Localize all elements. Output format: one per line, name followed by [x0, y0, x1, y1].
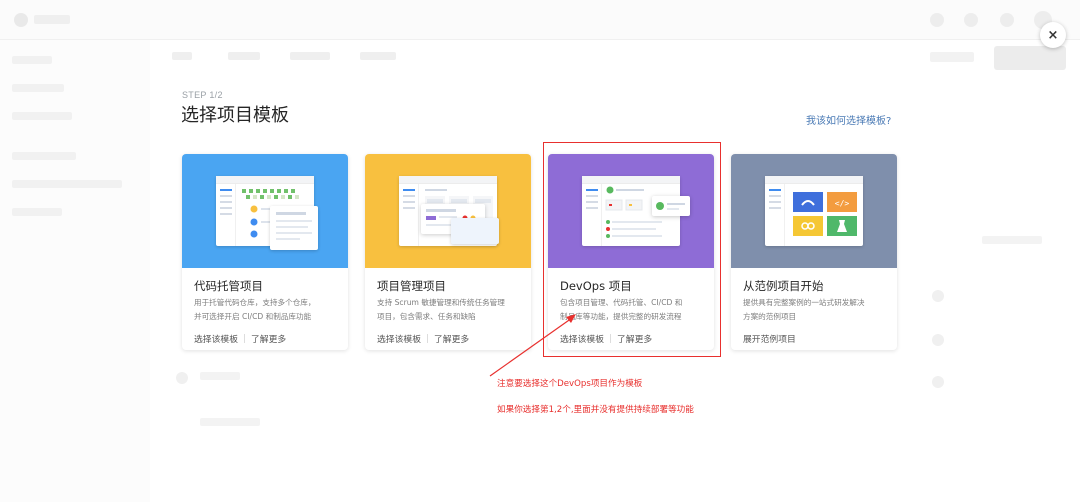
template-card-project-management[interactable]: 项目管理项目 支持 Scrum 敏捷管理和传统任务管理 项目，包含需求、任务和缺…: [365, 154, 531, 350]
card-banner: [182, 154, 348, 268]
card-actions: 选择该模板 了解更多: [377, 332, 469, 345]
help-link[interactable]: 我该如何选择模板?: [806, 112, 891, 127]
background-bell-icon: [964, 13, 978, 27]
close-button[interactable]: ×: [1040, 22, 1066, 48]
background-help-icon: [1000, 13, 1014, 27]
card-title: 从范例项目开始: [743, 279, 824, 293]
card-actions: 展开范例项目: [743, 332, 796, 345]
background-button: [930, 52, 974, 62]
background-sidebar: [0, 40, 150, 502]
card-description: 提供具有完整案例的一站式研发解决 方案的范例项目: [743, 298, 865, 321]
annotation-text: 如果你选择第1,2个,里面并没有提供持续部署等功能: [497, 405, 694, 415]
card-illustration: </>: [765, 176, 863, 246]
card-illustration-popup: [270, 206, 318, 250]
background-row-icon: [932, 334, 944, 346]
card-title: 代码托管项目: [194, 279, 263, 293]
background-sidebar-item: [12, 180, 122, 188]
card-banner: [548, 154, 714, 268]
expand-example-projects-button[interactable]: 展开范例项目: [743, 332, 796, 345]
background-app: [0, 0, 1080, 502]
background-button: [994, 46, 1066, 70]
page-title: 选择项目模板: [181, 105, 289, 126]
background-tab: [228, 52, 260, 60]
svg-text:</>: </>: [835, 199, 850, 208]
background-logo-icon: [14, 13, 28, 27]
card-illustration-popup: [652, 196, 690, 216]
divider: [244, 334, 245, 343]
background-tab: [290, 52, 330, 60]
card-title: 项目管理项目: [377, 279, 446, 293]
background-tab: [172, 52, 192, 60]
background-sidebar-item: [12, 56, 52, 64]
select-template-button[interactable]: 选择该模板: [377, 332, 421, 345]
card-illustration-popup: [451, 218, 499, 244]
template-card-devops[interactable]: DevOps 项目 包含项目管理、代码托管、CI/CD 和 制品库等功能，提供完…: [548, 154, 714, 350]
divider: [610, 334, 611, 343]
background-sidebar-item: [12, 84, 64, 92]
background-search-icon: [930, 13, 944, 27]
card-title: DevOps 项目: [560, 279, 632, 293]
card-description: 用于托管代码仓库，支持多个仓库， 并可选择开启 CI/CD 和制品库功能: [194, 298, 316, 321]
card-description: 包含项目管理、代码托管、CI/CD 和 制品库等功能，提供完整的研发流程: [560, 298, 683, 321]
background-topbar: [0, 0, 1080, 40]
template-card-code-hosting[interactable]: 代码托管项目 用于托管代码仓库，支持多个仓库， 并可选择开启 CI/CD 和制品…: [182, 154, 348, 350]
background-line: [200, 372, 240, 380]
background-tabbar: [160, 52, 460, 66]
step-indicator: STEP 1/2: [182, 90, 223, 100]
select-template-button[interactable]: 选择该模板: [560, 332, 604, 345]
background-sidebar-item: [12, 152, 76, 160]
card-actions: 选择该模板 了解更多: [194, 332, 286, 345]
background-sidebar-item: [12, 112, 72, 120]
card-description: 支持 Scrum 敏捷管理和传统任务管理 项目，包含需求、任务和缺陷: [377, 298, 505, 321]
divider: [427, 334, 428, 343]
background-sidebar-item: [12, 208, 62, 216]
template-card-example-project[interactable]: </> 从范例项目开始 提供具有完整案例的一站式研发解决 方案的范例项目 展开范…: [731, 154, 897, 350]
learn-more-link[interactable]: 了解更多: [251, 332, 286, 345]
card-banner: </>: [731, 154, 897, 268]
background-row-icon: [176, 372, 188, 384]
card-actions: 选择该模板 了解更多: [560, 332, 652, 345]
select-template-button[interactable]: 选择该模板: [194, 332, 238, 345]
background-logo-text: [34, 15, 70, 24]
background-row-icon: [932, 376, 944, 388]
close-icon: ×: [1047, 27, 1059, 43]
annotation-text: 注意要选择这个DevOps项目作为模板: [497, 379, 643, 389]
learn-more-link[interactable]: 了解更多: [434, 332, 469, 345]
background-row-icon: [932, 290, 944, 302]
background-tab: [360, 52, 396, 60]
background-line: [982, 236, 1042, 244]
background-line: [200, 418, 260, 426]
learn-more-link[interactable]: 了解更多: [617, 332, 652, 345]
card-banner: [365, 154, 531, 268]
